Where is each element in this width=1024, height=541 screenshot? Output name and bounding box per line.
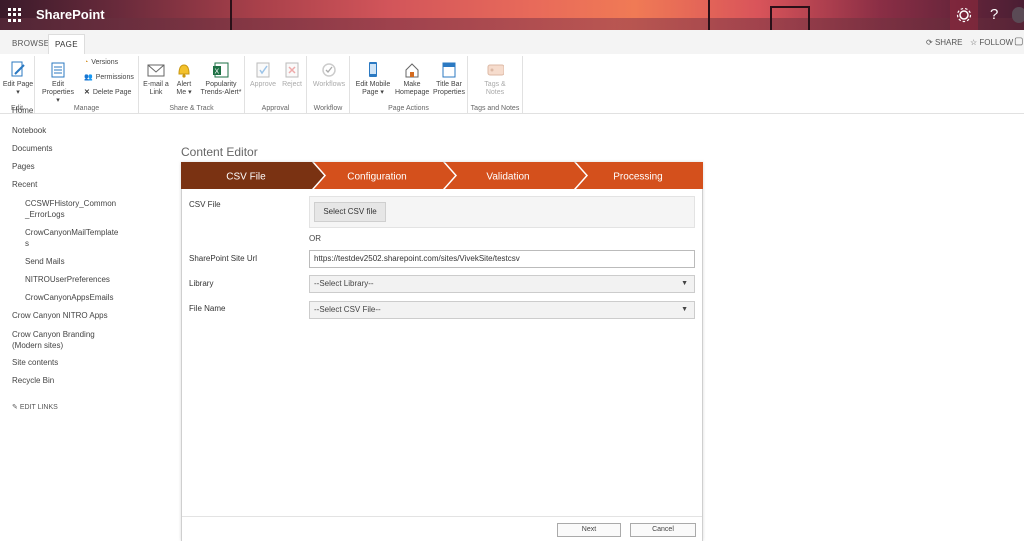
- library-select[interactable]: --Select Library-- ▼: [309, 275, 695, 293]
- file-name-label: File Name: [189, 304, 226, 313]
- nav-crowcanyonappsemails[interactable]: CrowCanyonAppsEmails: [25, 293, 113, 302]
- approve-icon: [254, 60, 272, 80]
- step-label: CSV File: [226, 172, 266, 183]
- suite-brand[interactable]: SharePoint: [36, 7, 105, 22]
- mobile-icon: [364, 60, 382, 80]
- users-icon: 👥: [84, 74, 93, 81]
- step-label: Processing: [613, 172, 662, 183]
- nav-notebook[interactable]: Notebook: [12, 126, 46, 135]
- palm-silhouette: [708, 0, 710, 30]
- caret-down-icon: ▼: [681, 306, 688, 313]
- nav-crow-canyon-nitro-apps[interactable]: Crow Canyon NITRO Apps: [12, 311, 108, 320]
- tab-browse[interactable]: BROWSE: [12, 34, 49, 54]
- library-label: Library: [189, 279, 214, 288]
- nav-pages[interactable]: Pages: [12, 162, 35, 171]
- follow-button[interactable]: ☆ FOLLOW: [970, 38, 1013, 47]
- site-url-label: SharePoint Site Url: [189, 254, 258, 263]
- permissions-button[interactable]: 👥 Permissions: [84, 73, 134, 82]
- svg-text:X: X: [215, 69, 220, 76]
- email-link-button[interactable]: E-mail a Link: [143, 60, 169, 97]
- settings-button[interactable]: [950, 0, 978, 30]
- star-icon: ☆: [970, 38, 978, 47]
- caret-down-icon: ▼: [681, 280, 688, 287]
- nav-home[interactable]: Home: [12, 106, 33, 115]
- pencil-icon: ✎: [12, 404, 18, 411]
- edit-links-button[interactable]: ✎ EDIT LINKS: [12, 403, 58, 411]
- reject-icon: [283, 60, 301, 80]
- nav-documents[interactable]: Documents: [12, 144, 52, 153]
- wizard-steps: CSV File Configuration Validation Proces…: [181, 162, 703, 189]
- file-name-selected-value: --Select CSV File--: [314, 305, 381, 314]
- next-button[interactable]: Next: [557, 523, 621, 537]
- csv-file-label: CSV File: [189, 200, 221, 209]
- workflows-button[interactable]: Workflows: [310, 60, 348, 89]
- tag-icon: [486, 60, 504, 80]
- step-label: Configuration: [347, 172, 406, 183]
- approve-button[interactable]: Approve: [249, 60, 277, 89]
- sunset-banner: [0, 18, 1024, 30]
- lifeguard-tower: [770, 6, 810, 30]
- nav-crow-canyon-branding[interactable]: Crow Canyon Branding (Modern sites): [12, 329, 112, 351]
- bell-icon: [175, 60, 193, 80]
- workflow-icon: [320, 60, 338, 80]
- web-part-title: Content Editor: [181, 145, 258, 159]
- site-url-input[interactable]: https://testdev2502.sharepoint.com/sites…: [309, 250, 695, 268]
- avatar[interactable]: [1012, 7, 1024, 23]
- alert-me-button[interactable]: Alert Me ▾: [171, 60, 197, 97]
- step-label: Validation: [486, 172, 529, 183]
- versions-icon: ◔: [84, 59, 89, 66]
- or-separator: OR: [309, 234, 321, 243]
- cancel-button[interactable]: Cancel: [630, 523, 696, 537]
- suite-bar: SharePoint ?: [0, 0, 1024, 30]
- nav-crowcanyonmailtemplates[interactable]: CrowCanyonMailTemplates: [25, 227, 120, 249]
- nav-recent[interactable]: Recent: [12, 180, 37, 189]
- envelope-icon: [147, 60, 165, 80]
- excel-icon: X: [212, 60, 230, 80]
- focus-icon[interactable]: ▢: [1014, 36, 1023, 47]
- properties-icon: [49, 60, 67, 80]
- help-icon[interactable]: ?: [990, 6, 998, 24]
- reject-button[interactable]: Reject: [279, 60, 305, 89]
- dialog-footer: [182, 516, 702, 541]
- share-button[interactable]: ⟳ SHARE: [926, 38, 963, 47]
- share-icon: ⟳: [926, 38, 933, 47]
- nav-recycle-bin[interactable]: Recycle Bin: [12, 376, 54, 385]
- delete-icon: ✕: [84, 89, 90, 96]
- versions-button[interactable]: ◔ Versions: [84, 59, 118, 66]
- app-launcher-icon[interactable]: [8, 8, 22, 22]
- edit-page-button[interactable]: Edit Page ▾: [2, 60, 34, 97]
- make-homepage-button[interactable]: Make Homepage: [395, 60, 429, 97]
- nav-ccswfhistory[interactable]: CCSWFHistory_Common_ErrorLogs: [25, 198, 120, 220]
- nav-nitrouserpreferences[interactable]: NITROUserPreferences: [25, 275, 110, 284]
- title-bar-properties-button[interactable]: Title Bar Properties: [431, 60, 467, 97]
- title-bar-icon: [440, 60, 458, 80]
- select-csv-file-button[interactable]: Select CSV file: [314, 202, 386, 222]
- library-selected-value: --Select Library--: [314, 279, 374, 288]
- nav-site-contents[interactable]: Site contents: [12, 358, 58, 367]
- edit-properties-button[interactable]: Edit Properties ▾: [40, 60, 76, 105]
- edit-mobile-page-button[interactable]: Edit Mobile Page ▾: [353, 60, 393, 97]
- palm-silhouette: [230, 0, 232, 30]
- tab-page[interactable]: PAGE: [48, 34, 85, 54]
- gear-icon: [956, 7, 972, 23]
- ribbon-tab-row: [0, 30, 1024, 54]
- delete-page-button[interactable]: ✕ Delete Page: [84, 88, 131, 97]
- nav-send-mails[interactable]: Send Mails: [25, 257, 65, 266]
- popularity-trends-button[interactable]: X Popularity Trends-Alert*: [199, 60, 243, 97]
- tags-notes-button[interactable]: Tags & Notes: [475, 60, 515, 97]
- file-name-select[interactable]: --Select CSV File-- ▼: [309, 301, 695, 319]
- edit-page-icon: [9, 60, 27, 80]
- home-icon: [403, 60, 421, 80]
